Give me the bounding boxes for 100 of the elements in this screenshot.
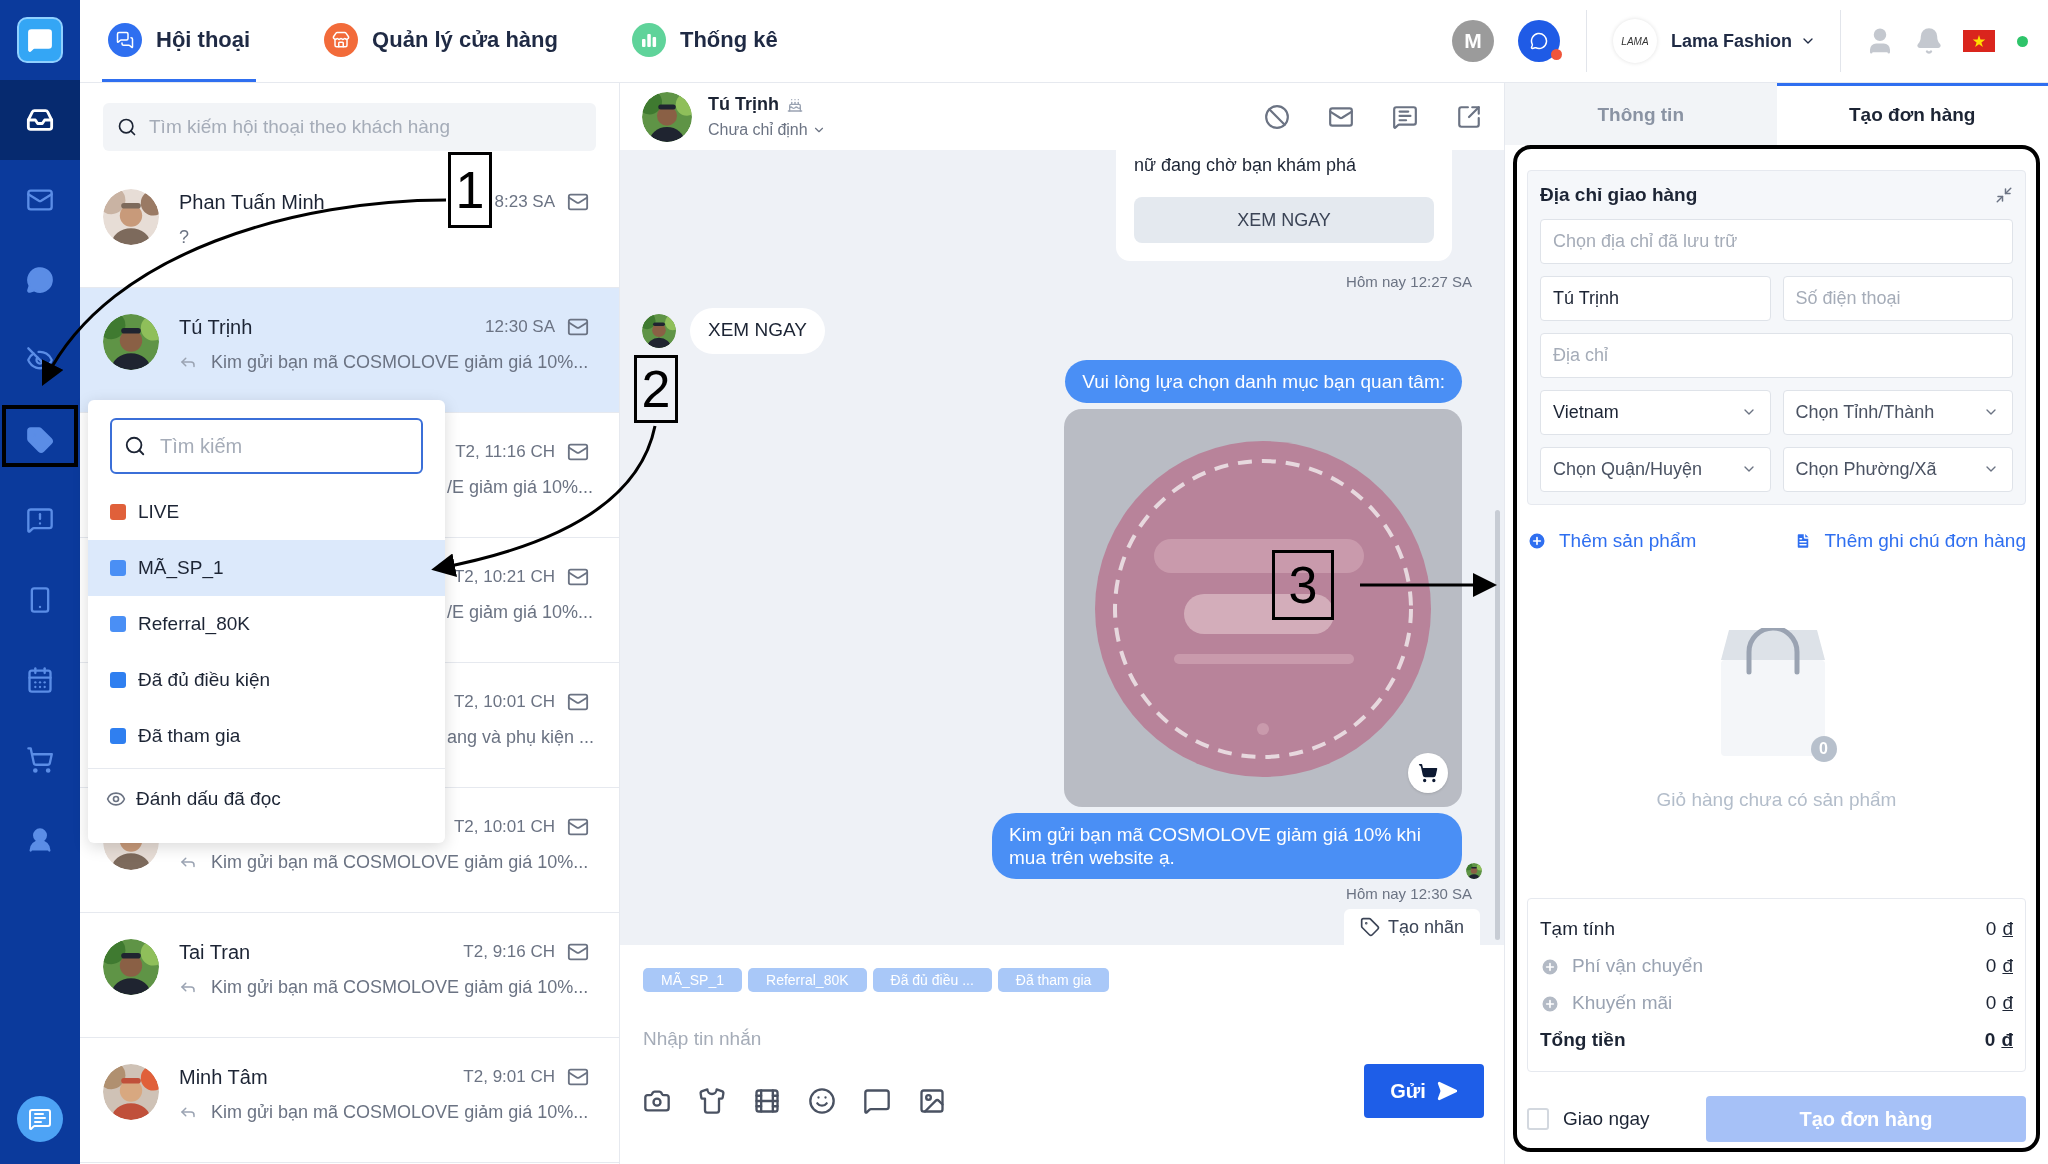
message-time: T2, 10:01 CH bbox=[453, 816, 555, 839]
tag-icon[interactable] bbox=[26, 426, 54, 454]
chat-support-button[interactable] bbox=[17, 1096, 63, 1142]
send-button[interactable]: Gửi bbox=[1364, 1064, 1484, 1118]
nav-tab[interactable]: Hội thoại bbox=[102, 0, 257, 82]
message-icon[interactable] bbox=[863, 1087, 891, 1115]
mail-icon bbox=[567, 191, 589, 213]
tag-option[interactable]: Referral_80K bbox=[88, 596, 445, 652]
plus-icon bbox=[1527, 531, 1547, 552]
select-field[interactable]: Chọn Tỉnh/Thành bbox=[1782, 390, 2013, 435]
currency-symbol: đ bbox=[2002, 991, 2013, 1016]
shop-logo: LAMA bbox=[1612, 19, 1657, 63]
mail-icon bbox=[567, 316, 589, 338]
shirt-icon[interactable] bbox=[698, 1087, 726, 1115]
flag-icon[interactable] bbox=[1963, 30, 1995, 52]
search-icon bbox=[124, 435, 146, 457]
create-label-button[interactable]: Tạo nhãn bbox=[1343, 909, 1480, 945]
message-time: T2, 10:01 CH bbox=[453, 691, 555, 714]
alert-message-icon[interactable] bbox=[26, 506, 54, 534]
input-field[interactable]: Số điện thoại bbox=[1782, 276, 2013, 321]
tag-option[interactable]: MÃ_SP_1 bbox=[88, 540, 445, 596]
tag-icon bbox=[1359, 917, 1380, 937]
input-field[interactable]: Tú Trịnh bbox=[1540, 276, 1771, 321]
currency-symbol: đ bbox=[2002, 917, 2013, 942]
contact-name: Minh Tâm bbox=[179, 1065, 268, 1090]
outgoing-message: Vui lòng lựa chọn danh mục bạn quan tâm: bbox=[1065, 359, 1462, 403]
tag-option[interactable]: Đã tham gia bbox=[88, 708, 445, 764]
tag-option[interactable]: LIVE bbox=[88, 484, 445, 540]
tag-label: Referral_80K bbox=[138, 611, 250, 637]
card-button[interactable]: XEM NGAY bbox=[1134, 197, 1434, 243]
inbox-icon[interactable] bbox=[26, 106, 54, 134]
select-field[interactable]: Chọn Quận/Huyện bbox=[1540, 447, 1771, 492]
message-preview: Kim gửi bạn mã COSMOLOVE giảm giá 10%... bbox=[211, 1100, 589, 1124]
nav-tab[interactable]: Quản lý cửa hàng bbox=[318, 0, 564, 82]
comment-icon[interactable] bbox=[1392, 103, 1418, 130]
contact-name: Phan Tuấn Minh bbox=[179, 190, 325, 215]
message-preview: Kim gửi bạn mã COSMOLOVE giảm giá 10%... bbox=[211, 975, 589, 999]
block-icon[interactable] bbox=[1264, 103, 1290, 130]
message-time: T2, 11:16 CH bbox=[455, 441, 555, 464]
eye-icon bbox=[106, 789, 126, 809]
tag-search-field[interactable]: Tìm kiếm bbox=[110, 418, 423, 474]
message-time: T2, 10:21 CH bbox=[453, 566, 555, 589]
message-time: Hôm nay 12:27 SA bbox=[1346, 272, 1472, 292]
annotation-number: 2 bbox=[634, 355, 678, 423]
message-preview: Kim gửi bạn mã COSMOLOVE giảm giá 10%... bbox=[211, 850, 589, 874]
send-icon bbox=[1435, 1080, 1458, 1102]
mail-icon bbox=[567, 1066, 589, 1088]
add-note-link[interactable]: Thêm ghi chú đơn hàng bbox=[1794, 527, 2026, 556]
bar-chart-icon bbox=[632, 22, 666, 57]
annotation-number: 3 bbox=[1272, 550, 1334, 620]
currency-symbol: đ bbox=[2001, 1028, 2013, 1053]
conversation-row[interactable]: Tú Trịnh 12:30 SA Kim gửi bạn mã COSMOLOVE giảm giá 10%... bbox=[80, 288, 619, 413]
message-preview: ang và phụ kiện ... bbox=[447, 725, 595, 749]
scrollbar[interactable] bbox=[1495, 510, 1500, 940]
film-icon[interactable] bbox=[753, 1087, 781, 1115]
chat-icon bbox=[108, 22, 142, 57]
message-input[interactable]: Nhập tin nhắn bbox=[643, 1022, 1481, 1056]
app-logo-icon[interactable] bbox=[17, 17, 63, 63]
add-icon[interactable] bbox=[1540, 993, 1560, 1014]
search-field[interactable]: Tìm kiếm hội thoại theo khách hàng bbox=[103, 103, 596, 151]
summary-amount: 0 bbox=[1985, 917, 1997, 942]
input-field[interactable]: Chọn địa chỉ đã lưu trữ bbox=[1540, 219, 2013, 264]
select-field[interactable]: Vietnam bbox=[1540, 390, 1771, 435]
summary-label: Tổng tiền bbox=[1540, 1028, 1626, 1053]
add-icon[interactable] bbox=[1540, 956, 1560, 977]
external-link-icon[interactable] bbox=[1456, 103, 1482, 130]
message-preview: /E giảm giá 10%... bbox=[447, 475, 594, 499]
checkbox-label: Giao ngay bbox=[1563, 1106, 1650, 1131]
select-field[interactable]: Chọn Phường/Xã bbox=[1782, 447, 2013, 492]
message-preview: ? bbox=[179, 225, 189, 249]
summary-amount: 0 bbox=[1984, 1028, 1996, 1053]
outgoing-message: Kim gửi bạn mã COSMOLOVE giảm giá 10% khi mua trên website ạ. bbox=[992, 812, 1462, 879]
message-time: T2, 9:01 CH bbox=[463, 1066, 555, 1089]
tag-option[interactable]: Đã đủ điều kiện bbox=[88, 652, 445, 708]
nav-tab[interactable]: Thống kê bbox=[626, 0, 784, 82]
collapse-icon[interactable] bbox=[1995, 186, 2013, 204]
input-field[interactable]: Địa chỉ bbox=[1540, 333, 2013, 378]
emoji-icon[interactable] bbox=[808, 1087, 836, 1115]
assignee-dropdown[interactable]: Chưa chỉ định bbox=[708, 118, 826, 142]
chat-icon[interactable] bbox=[26, 266, 54, 294]
tag-label: MÃ_SP_1 bbox=[138, 555, 224, 581]
sidebar-item[interactable] bbox=[0, 80, 80, 160]
mail-icon bbox=[567, 941, 589, 963]
calendar-icon[interactable] bbox=[26, 666, 54, 694]
cart-icon[interactable] bbox=[26, 746, 54, 774]
tag-label: LIVE bbox=[138, 499, 180, 524]
mail-icon bbox=[567, 816, 589, 838]
add-product-link[interactable]: Thêm sản phẩm bbox=[1527, 527, 1697, 556]
shop-selector[interactable]: Lama Fashion bbox=[1670, 27, 1816, 55]
message-preview: Kim gửi bạn mã COSMOLOVE giảm giá 10%... bbox=[211, 350, 589, 374]
contact-name: Tai Tran bbox=[179, 940, 251, 965]
message-time: 8:23 SA bbox=[494, 191, 555, 214]
message-icon bbox=[28, 1107, 52, 1131]
checkbox[interactable] bbox=[1527, 1108, 1549, 1130]
tag-label: Đã tham gia bbox=[138, 723, 241, 748]
channel-logo-icon[interactable] bbox=[1517, 20, 1560, 62]
image-icon[interactable] bbox=[918, 1087, 946, 1115]
tag-label: Đã đủ điều kiện bbox=[138, 667, 271, 692]
section-title: Địa chỉ giao hàng bbox=[1540, 182, 1698, 207]
message-time: 12:30 SA bbox=[485, 316, 555, 339]
